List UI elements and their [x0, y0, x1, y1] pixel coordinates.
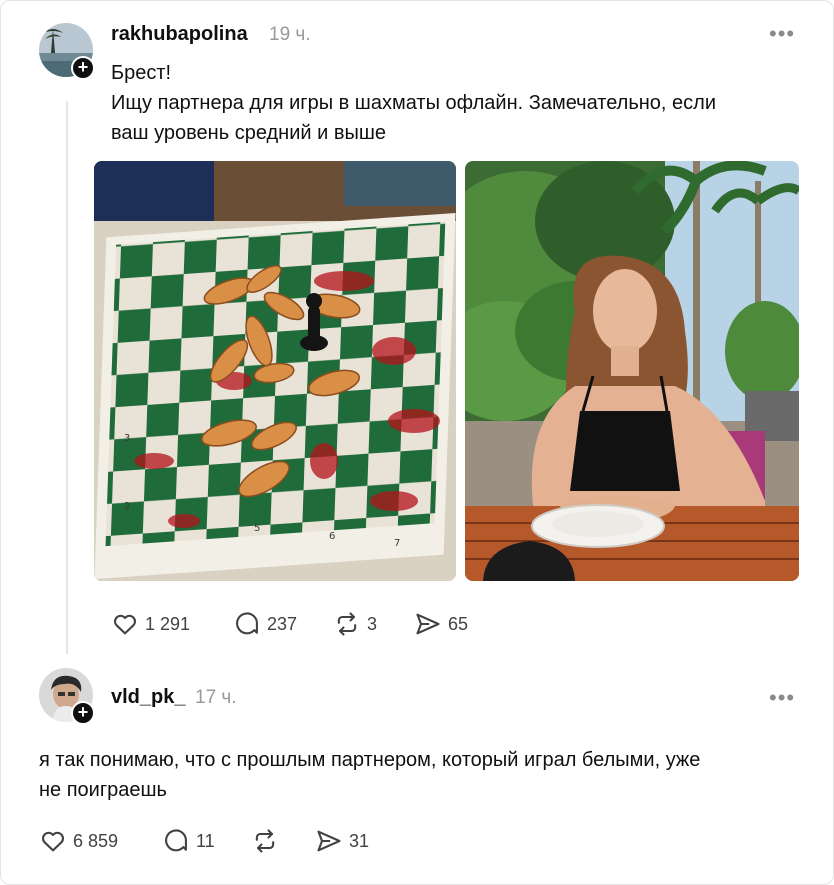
heart-icon	[41, 831, 65, 852]
post-text-line-3: ваш уровень средний и выше	[111, 122, 387, 144]
svg-text:5: 5	[254, 523, 260, 534]
send-icon	[416, 613, 440, 635]
reply-text-line-1: я так понимаю, что с прошлым партнером, …	[39, 749, 701, 771]
post-text-line-1: Брест!	[111, 62, 172, 84]
svg-text:7: 7	[394, 538, 400, 549]
svg-text:6: 6	[329, 531, 335, 542]
comment-icon	[236, 612, 258, 635]
post-repost-button[interactable]: 3	[333, 609, 377, 639]
post-share-button[interactable]: 65	[414, 609, 468, 639]
repost-icon	[255, 829, 275, 853]
post-reply-button[interactable]: 237	[233, 609, 297, 639]
post-share-count: 65	[448, 613, 469, 634]
post-text-line-2: Ищу партнера для игры в шахматы офлайн. …	[111, 92, 717, 114]
reply-more-options-icon[interactable]: •••	[769, 685, 795, 711]
reply-reply-count: 11	[196, 830, 215, 851]
threads-card: + rakhubapolina 19 ч. ••• Брест! Ищу пар…	[0, 0, 834, 885]
reply-username[interactable]: vld_pk_	[111, 686, 185, 709]
follow-plus-icon[interactable]: +	[71, 701, 95, 725]
reply-reply-button[interactable]: 11	[162, 826, 215, 856]
post-reply-count: 237	[267, 613, 298, 634]
follow-plus-icon[interactable]: +	[71, 56, 95, 80]
post-image-woman-at-table[interactable]	[465, 161, 799, 581]
reply-like-count: 6 859	[73, 830, 119, 851]
post-timestamp[interactable]: 19 ч.	[269, 24, 311, 46]
reply-like-button[interactable]: 6 859	[39, 826, 118, 856]
post-like-button[interactable]: 1 291	[111, 609, 190, 639]
send-icon	[317, 830, 341, 852]
heart-icon	[113, 614, 137, 635]
reply-timestamp[interactable]: 17 ч.	[195, 687, 237, 709]
post-repost-count: 3	[367, 613, 378, 634]
thread-connector-line	[66, 101, 68, 654]
svg-text:2: 2	[124, 501, 130, 512]
reply-share-button[interactable]: 31	[315, 826, 369, 856]
reply-share-count: 31	[349, 830, 370, 851]
repost-icon	[337, 612, 357, 636]
comment-icon	[165, 829, 187, 852]
post-like-count: 1 291	[145, 613, 191, 634]
post-image-chessboard[interactable]: 2 3 5 6 7	[94, 161, 456, 581]
svg-text:3: 3	[124, 433, 130, 444]
post-username[interactable]: rakhubapolina	[111, 23, 248, 46]
post-more-options-icon[interactable]: •••	[769, 21, 795, 47]
reply-repost-button[interactable]	[251, 826, 285, 856]
reply-text-line-2: не поиграешь	[39, 779, 167, 801]
